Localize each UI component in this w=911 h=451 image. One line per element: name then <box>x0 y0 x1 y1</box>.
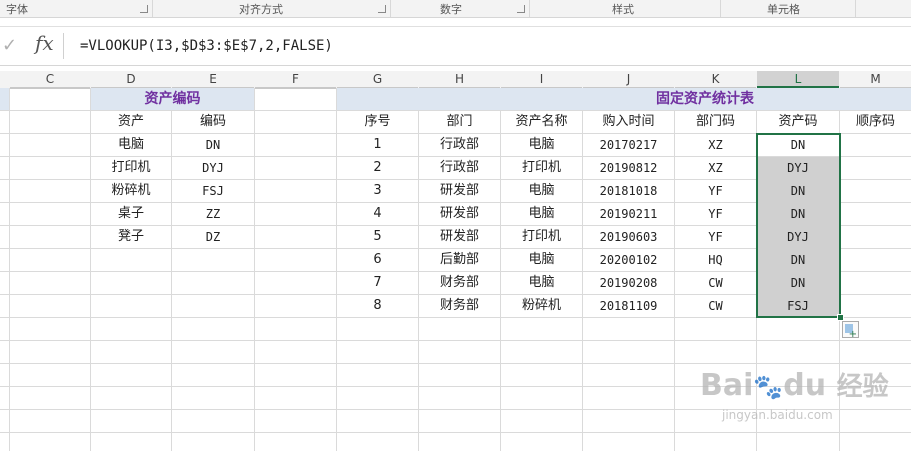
left-cell-asset[interactable]: 粉碎机 <box>91 180 171 202</box>
column-header-d[interactable]: D <box>91 71 171 88</box>
baidu-watermark-logo: Bai🐾du 经验 <box>700 368 889 403</box>
cell-seq[interactable]: 3 <box>337 180 418 202</box>
column-header-l[interactable]: L <box>757 71 839 88</box>
cell-asset-name[interactable]: 打印机 <box>501 157 582 179</box>
column-header-i[interactable]: I <box>501 71 582 88</box>
cell-purchase-date[interactable]: 20181109 <box>583 295 674 317</box>
formula-bar-divider <box>63 33 64 59</box>
formula-input[interactable] <box>70 27 911 65</box>
left-cell-code[interactable]: DN <box>172 134 254 156</box>
left-header-asset: 资产 <box>117 114 144 129</box>
alignment-dialog-launcher-icon[interactable] <box>378 5 386 13</box>
column-header-k[interactable]: K <box>675 71 756 88</box>
cell-dept[interactable]: 后勤部 <box>419 249 500 271</box>
ribbon-group-font: 字体 <box>6 3 28 16</box>
cell-dept-code[interactable]: CW <box>675 295 756 317</box>
enter-check-icon[interactable]: ✓ <box>2 35 17 56</box>
cell-dept-code[interactable]: HQ <box>675 249 756 271</box>
cell-asset-name[interactable]: 电脑 <box>501 203 582 225</box>
ribbon-separator <box>855 0 856 17</box>
cell-asset-name[interactable]: 电脑 <box>501 180 582 202</box>
selection-range-border <box>756 133 841 318</box>
left-cell-code[interactable]: DZ <box>172 226 254 248</box>
cell-dept-code[interactable]: YF <box>675 203 756 225</box>
left-cell-code[interactable]: ZZ <box>172 203 254 225</box>
right-header-seq: 序号 <box>364 114 391 129</box>
left-cell-asset[interactable]: 打印机 <box>91 157 171 179</box>
cell-purchase-date[interactable]: 20190812 <box>583 157 674 179</box>
cell-asset-name[interactable]: 电脑 <box>501 134 582 156</box>
cell-dept-code[interactable]: CW <box>675 272 756 294</box>
left-cell-asset[interactable]: 桌子 <box>91 203 171 225</box>
right-header-asset-name: 资产名称 <box>515 114 568 129</box>
column-header-j[interactable]: J <box>583 71 674 88</box>
cell-seq[interactable]: 6 <box>337 249 418 271</box>
right-header-asset-code: 资产码 <box>778 114 818 129</box>
cell-seq[interactable]: 1 <box>337 134 418 156</box>
ribbon-separator <box>720 0 721 17</box>
ribbon-group-number: 数字 <box>440 3 462 16</box>
column-header-h[interactable]: H <box>419 71 500 88</box>
cell-purchase-date[interactable]: 20170217 <box>583 134 674 156</box>
cell-asset-name[interactable]: 电脑 <box>501 272 582 294</box>
ribbon-separator <box>390 0 391 17</box>
formula-bar: ✓ fx <box>0 26 911 66</box>
cell-asset-name[interactable]: 电脑 <box>501 249 582 271</box>
left-cell-code[interactable]: FSJ <box>172 180 254 202</box>
cell-seq[interactable]: 4 <box>337 203 418 225</box>
right-table-title: 固定资产统计表 <box>656 91 754 107</box>
cell-dept-code[interactable]: YF <box>675 180 756 202</box>
cell-dept[interactable]: 研发部 <box>419 203 500 225</box>
cell-dept-code[interactable]: YF <box>675 226 756 248</box>
cell-asset-name[interactable]: 粉碎机 <box>501 295 582 317</box>
column-header-m[interactable]: M <box>840 71 911 88</box>
left-cell-code[interactable]: DYJ <box>172 157 254 179</box>
column-header-c[interactable]: C <box>10 71 90 88</box>
cell-purchase-date[interactable]: 20190211 <box>583 203 674 225</box>
insert-function-fx-icon[interactable]: fx <box>35 31 54 55</box>
ribbon-group-alignment: 对齐方式 <box>239 3 283 16</box>
cell-dept-code[interactable]: XZ <box>675 134 756 156</box>
cell-purchase-date[interactable]: 20190603 <box>583 226 674 248</box>
ribbon-group-labels: 字体 对齐方式 数字 样式 单元格 <box>0 0 911 18</box>
cell-dept[interactable]: 行政部 <box>419 134 500 156</box>
cell-dept-code[interactable]: XZ <box>675 157 756 179</box>
title-band-left-edge <box>0 88 9 110</box>
ribbon-group-cells: 单元格 <box>767 3 800 16</box>
ribbon-group-styles: 样式 <box>612 3 634 16</box>
left-cell-asset[interactable]: 电脑 <box>91 134 171 156</box>
cell-dept[interactable]: 研发部 <box>419 226 500 248</box>
ribbon-separator <box>529 0 530 17</box>
right-header-purchase-date: 购入时间 <box>602 114 655 129</box>
left-header-code: 编码 <box>199 114 226 129</box>
cell-purchase-date[interactable]: 20200102 <box>583 249 674 271</box>
left-cell-asset[interactable]: 凳子 <box>91 226 171 248</box>
left-table-title: 资产编码 <box>144 91 201 107</box>
column-header-f[interactable]: F <box>255 71 336 88</box>
cell-asset-name[interactable]: 打印机 <box>501 226 582 248</box>
right-header-dept-code: 部门码 <box>695 114 735 129</box>
cell-seq[interactable]: 8 <box>337 295 418 317</box>
right-header-order-code: 顺序码 <box>855 114 895 129</box>
baidu-watermark-url: jingyan.baidu.com <box>722 408 833 422</box>
right-header-dept: 部门 <box>446 114 473 129</box>
cell-dept[interactable]: 研发部 <box>419 180 500 202</box>
cell-seq[interactable]: 7 <box>337 272 418 294</box>
fill-handle[interactable] <box>837 314 844 321</box>
cell-purchase-date[interactable]: 20181018 <box>583 180 674 202</box>
cell-seq[interactable]: 5 <box>337 226 418 248</box>
cell-dept[interactable]: 行政部 <box>419 157 500 179</box>
cell-dept[interactable]: 财务部 <box>419 272 500 294</box>
column-header-e[interactable]: E <box>172 71 254 88</box>
number-dialog-launcher-icon[interactable] <box>517 5 525 13</box>
ribbon-separator <box>152 0 153 17</box>
cell-seq[interactable]: 2 <box>337 157 418 179</box>
cell-dept[interactable]: 财务部 <box>419 295 500 317</box>
column-header-g[interactable]: G <box>337 71 418 88</box>
quick-analysis-icon[interactable] <box>842 321 859 340</box>
font-dialog-launcher-icon[interactable] <box>140 5 148 13</box>
cell-purchase-date[interactable]: 20190208 <box>583 272 674 294</box>
